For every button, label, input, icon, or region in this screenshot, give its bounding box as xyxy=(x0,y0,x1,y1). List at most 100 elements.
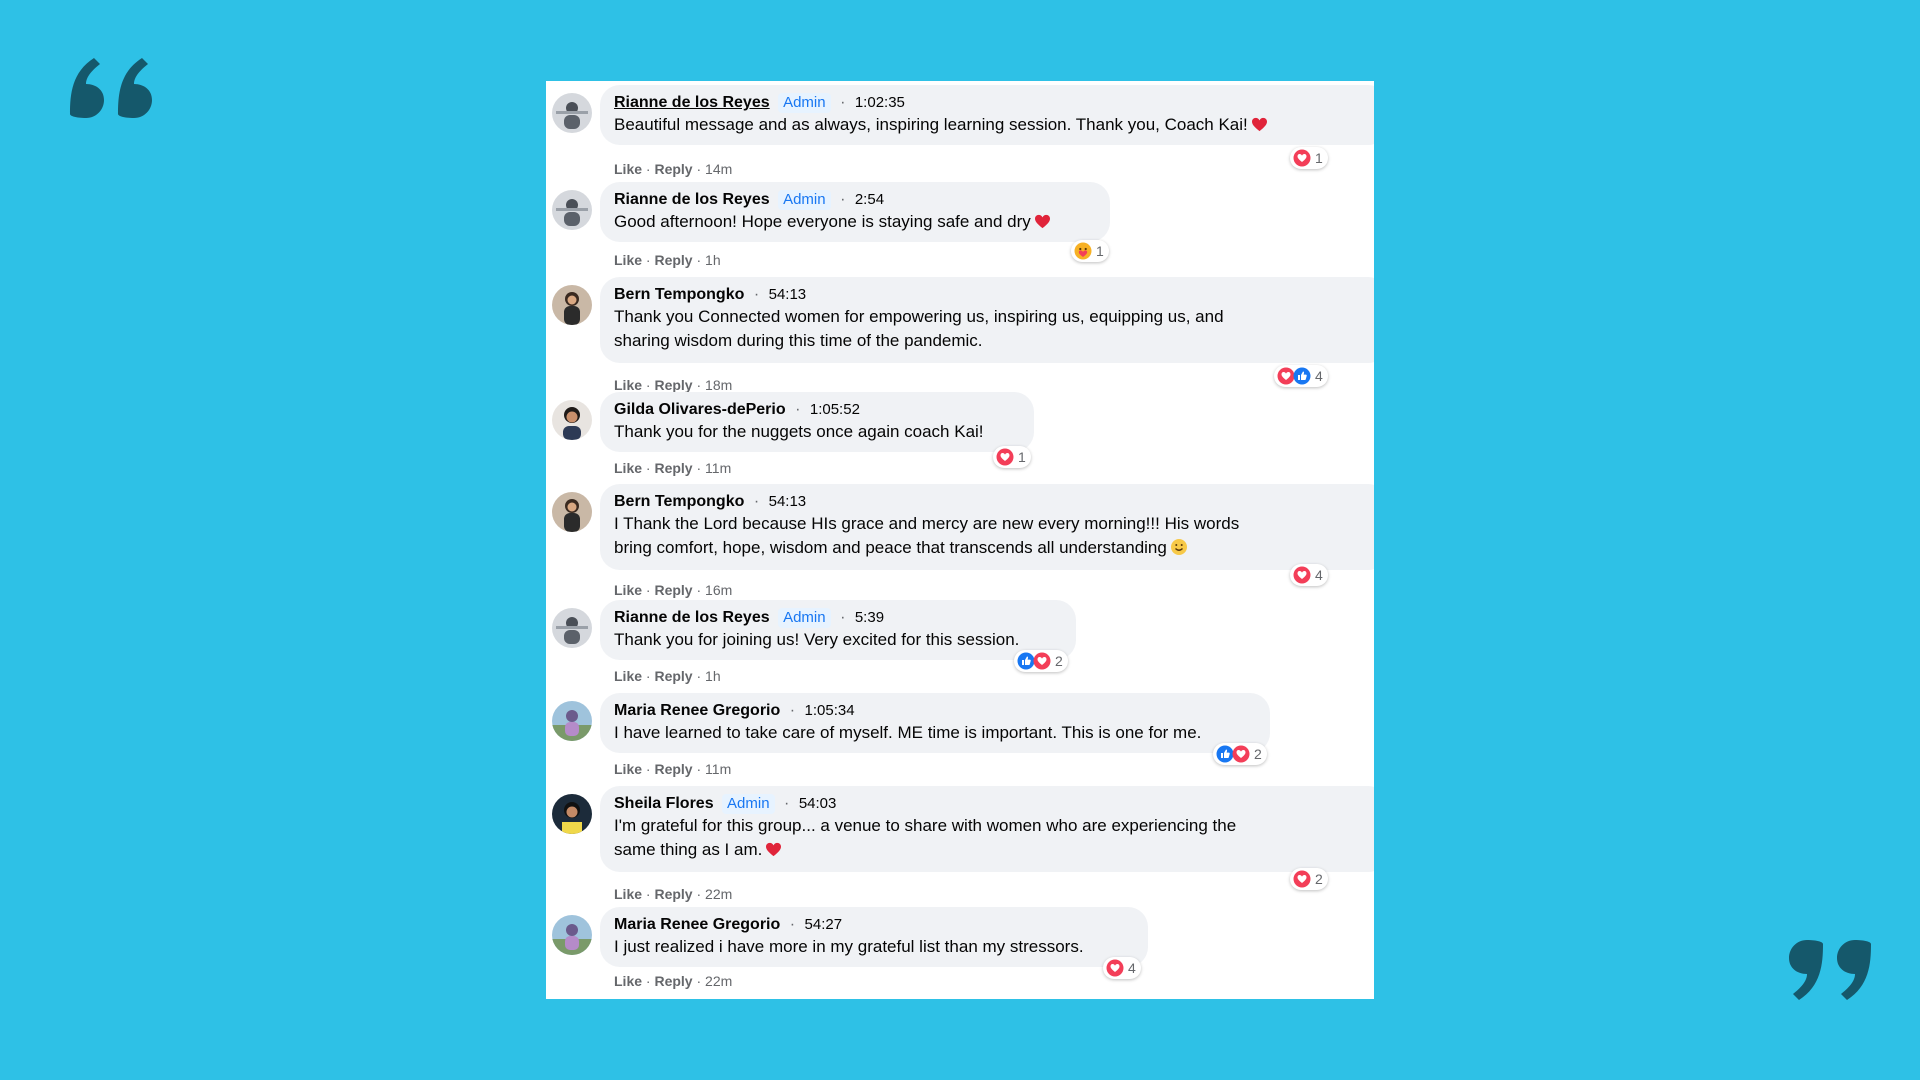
separator-dot: · xyxy=(840,94,846,111)
reply-link[interactable]: Reply xyxy=(654,161,692,177)
comment-timestamp[interactable]: 2:54 xyxy=(855,191,884,208)
comment-text: Thank you for the nuggets once again coa… xyxy=(614,422,984,441)
comment-text-line: bring comfort, hope, wisdom and peace th… xyxy=(614,538,1167,557)
like-link[interactable]: Like xyxy=(614,973,642,989)
reaction-summary[interactable]: 4 xyxy=(1103,957,1141,979)
comment-timestamp[interactable]: 1:05:52 xyxy=(810,401,860,418)
comment-author[interactable]: Rianne de los Reyes xyxy=(614,191,770,208)
comment-author[interactable]: Bern Tempongko xyxy=(614,493,744,510)
reaction-count: 2 xyxy=(1254,746,1262,762)
comment-author[interactable]: Rianne de los Reyes xyxy=(614,609,770,626)
avatar[interactable] xyxy=(552,285,592,325)
reply-link[interactable]: Reply xyxy=(654,460,692,476)
comment-timestamp[interactable]: 54:03 xyxy=(799,795,837,812)
reaction-summary[interactable]: 2 xyxy=(1014,650,1068,672)
admin-badge: Admin xyxy=(722,794,775,814)
red-heart-emoji-icon xyxy=(766,842,782,857)
comment-timestamp[interactable]: 54:13 xyxy=(769,286,807,303)
love-reaction-icon xyxy=(996,448,1014,466)
comment-text: I have learned to take care of myself. M… xyxy=(614,723,1202,742)
comment-bubble: Gilda Olivares-dePerio · 1:05:52 Thank y… xyxy=(600,392,1034,452)
like-link[interactable]: Like xyxy=(614,886,642,902)
like-link[interactable]: Like xyxy=(614,582,642,598)
separator-dot: · xyxy=(753,493,760,510)
open-quote-icon xyxy=(70,58,152,118)
reply-link[interactable]: Reply xyxy=(654,252,692,268)
comment-text-line: I'm grateful for this group... a venue t… xyxy=(614,816,1237,835)
separator-dot: · xyxy=(840,609,846,626)
smile-emoji-icon xyxy=(1170,539,1187,555)
separator-dot: · xyxy=(789,702,796,719)
comment-author[interactable]: Rianne de los Reyes xyxy=(614,94,770,111)
reply-link[interactable]: Reply xyxy=(654,668,692,684)
reaction-summary[interactable]: 4 xyxy=(1274,365,1328,387)
comment-timestamp[interactable]: 1:02:35 xyxy=(855,94,905,111)
comment-author[interactable]: Gilda Olivares-dePerio xyxy=(614,401,786,418)
comment-text-line: same thing as I am. xyxy=(614,840,763,859)
comment-age[interactable]: 14m xyxy=(705,161,732,177)
comment-bubble: Bern Tempongko · 54:13 Thank you Connect… xyxy=(600,277,1374,363)
comment-age[interactable]: 22m xyxy=(705,886,732,902)
reaction-summary[interactable]: 1 xyxy=(1071,240,1109,262)
avatar[interactable] xyxy=(552,190,592,230)
comment-bubble: Sheila Flores Admin · 54:03 I'm grateful… xyxy=(600,786,1374,872)
comment-age[interactable]: 11m xyxy=(705,460,731,476)
like-link[interactable]: Like xyxy=(614,761,642,777)
comment-age[interactable]: 22m xyxy=(705,973,732,989)
avatar[interactable] xyxy=(552,701,592,741)
comment-text: Beautiful message and as always, inspiri… xyxy=(614,115,1248,134)
comment-actions: Like · Reply · 11m xyxy=(614,761,732,777)
separator-dot: · xyxy=(784,795,790,812)
comment-actions: Like · Reply · 18m xyxy=(614,377,733,393)
avatar[interactable] xyxy=(552,400,592,440)
reaction-summary[interactable]: 2 xyxy=(1213,743,1267,765)
like-link[interactable]: Like xyxy=(614,252,642,268)
like-link[interactable]: Like xyxy=(614,460,642,476)
comment-actions: Like · Reply · 16m xyxy=(614,582,733,598)
reply-link[interactable]: Reply xyxy=(654,582,692,598)
comment-text-line: sharing wisdom during this time of the p… xyxy=(614,331,983,350)
avatar[interactable] xyxy=(552,93,592,133)
admin-badge: Admin xyxy=(778,190,831,210)
separator-dot: · xyxy=(789,916,796,933)
reaction-count: 4 xyxy=(1315,567,1323,583)
reaction-summary[interactable]: 4 xyxy=(1290,564,1328,586)
red-heart-emoji-icon xyxy=(1251,117,1267,132)
love-reaction-icon xyxy=(1293,149,1311,167)
reaction-summary[interactable]: 1 xyxy=(1290,147,1328,169)
comment-author[interactable]: Maria Renee Gregorio xyxy=(614,916,780,933)
separator-dot: · xyxy=(840,191,846,208)
comment-age[interactable]: 16m xyxy=(705,582,732,598)
comment-timestamp[interactable]: 54:13 xyxy=(769,493,807,510)
comment-timestamp[interactable]: 54:27 xyxy=(805,916,843,933)
reaction-summary[interactable]: 2 xyxy=(1290,868,1328,890)
comment-age[interactable]: 1h xyxy=(705,252,721,268)
avatar[interactable] xyxy=(552,794,592,834)
reply-link[interactable]: Reply xyxy=(654,973,692,989)
reaction-count: 1 xyxy=(1315,150,1323,166)
comment-actions: Like · Reply · 22m xyxy=(614,886,733,902)
like-link[interactable]: Like xyxy=(614,377,642,393)
comment-text: Thank you for joining us! Very excited f… xyxy=(614,630,1020,649)
reply-link[interactable]: Reply xyxy=(654,377,692,393)
comment-author[interactable]: Maria Renee Gregorio xyxy=(614,702,780,719)
reply-link[interactable]: Reply xyxy=(654,761,692,777)
comment-timestamp[interactable]: 5:39 xyxy=(855,609,884,626)
care-reaction-icon xyxy=(1074,242,1092,260)
reaction-summary[interactable]: 1 xyxy=(993,446,1031,468)
like-link[interactable]: Like xyxy=(614,668,642,684)
avatar[interactable] xyxy=(552,915,592,955)
comment-bubble: Rianne de los Reyes Admin · 1:02:35 Beau… xyxy=(600,85,1374,145)
comment-timestamp[interactable]: 1:05:34 xyxy=(805,702,855,719)
reaction-count: 2 xyxy=(1055,653,1063,669)
like-link[interactable]: Like xyxy=(614,161,642,177)
comment-age[interactable]: 18m xyxy=(705,377,732,393)
avatar[interactable] xyxy=(552,608,592,648)
avatar[interactable] xyxy=(552,492,592,532)
comment-author[interactable]: Bern Tempongko xyxy=(614,286,744,303)
comment-age[interactable]: 1h xyxy=(705,668,721,684)
comment-age[interactable]: 11m xyxy=(705,761,731,777)
reaction-count: 1 xyxy=(1096,243,1104,259)
reply-link[interactable]: Reply xyxy=(654,886,692,902)
comment-author[interactable]: Sheila Flores xyxy=(614,795,714,812)
